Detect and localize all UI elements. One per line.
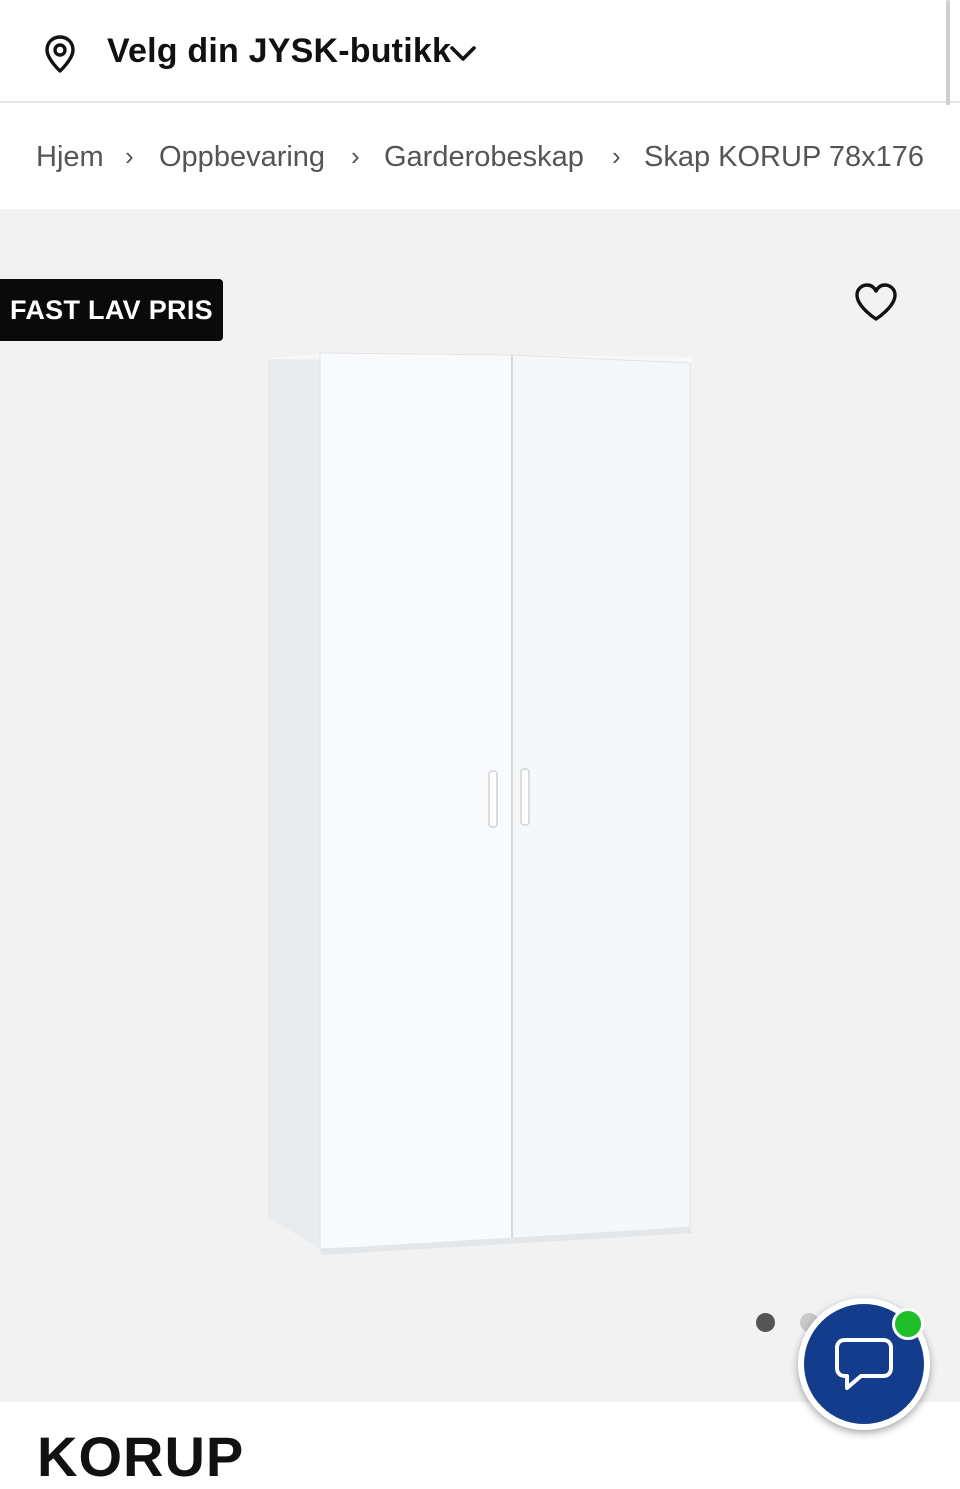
breadcrumb-separator: › bbox=[125, 141, 134, 171]
heart-outline-icon[interactable] bbox=[853, 281, 899, 323]
chevron-down-icon[interactable] bbox=[448, 40, 478, 66]
breadcrumb-separator: › bbox=[351, 141, 360, 171]
product-title: KORUP bbox=[37, 1425, 245, 1488]
breadcrumb-item-current: Skap KORUP 78x176 bbox=[644, 141, 924, 173]
location-pin-icon bbox=[45, 35, 75, 73]
store-selector-bar[interactable]: Velg din JYSK-butikk bbox=[0, 0, 960, 103]
breadcrumb-separator: › bbox=[612, 141, 621, 171]
store-selector-label[interactable]: Velg din JYSK-butikk bbox=[107, 32, 451, 71]
breadcrumb: Hjem › Oppbevaring › Garderobeskap › Ska… bbox=[0, 105, 960, 209]
breadcrumb-item-wardrobes[interactable]: Garderobeskap bbox=[384, 141, 584, 174]
chat-bubble-icon bbox=[835, 1338, 893, 1390]
breadcrumb-item-storage[interactable]: Oppbevaring bbox=[159, 141, 325, 174]
price-badge: FAST LAV PRIS bbox=[0, 279, 223, 341]
product-image-wardrobe[interactable] bbox=[250, 339, 720, 1259]
product-image-gallery[interactable]: FAST LAV PRIS bbox=[0, 209, 960, 1402]
carousel-dot-1[interactable] bbox=[756, 1313, 775, 1332]
breadcrumb-item-home[interactable]: Hjem bbox=[36, 141, 104, 174]
chat-online-indicator bbox=[892, 1308, 924, 1340]
